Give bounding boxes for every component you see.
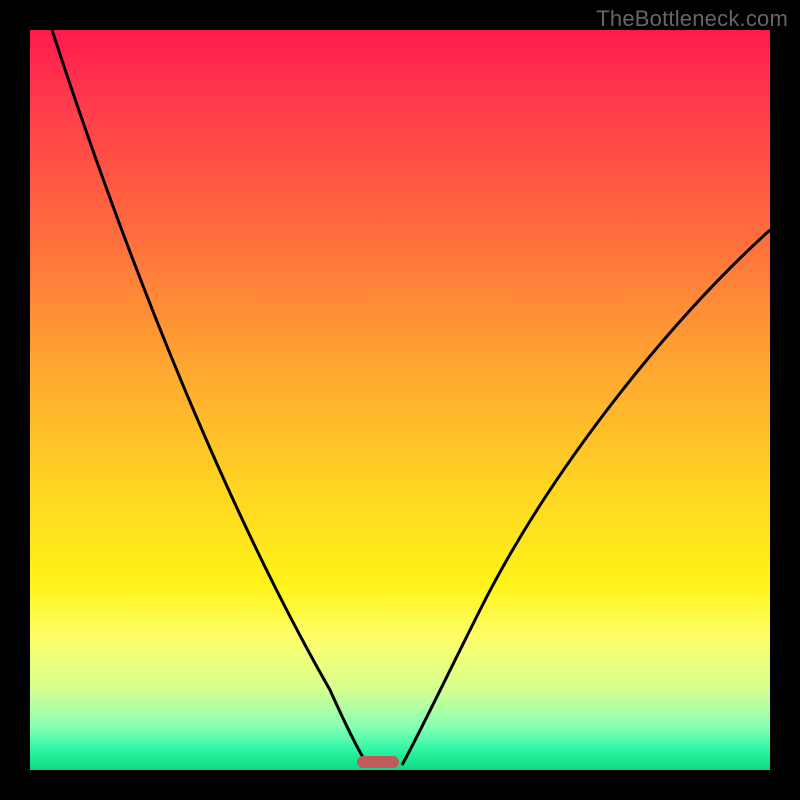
bottleneck-curve-right <box>402 230 770 765</box>
bottleneck-curve-left <box>52 30 368 765</box>
watermark-text: TheBottleneck.com <box>596 6 788 32</box>
curves-layer <box>30 30 770 770</box>
chart-frame: TheBottleneck.com <box>0 0 800 800</box>
plot-area <box>30 30 770 770</box>
optimal-marker <box>357 756 399 768</box>
